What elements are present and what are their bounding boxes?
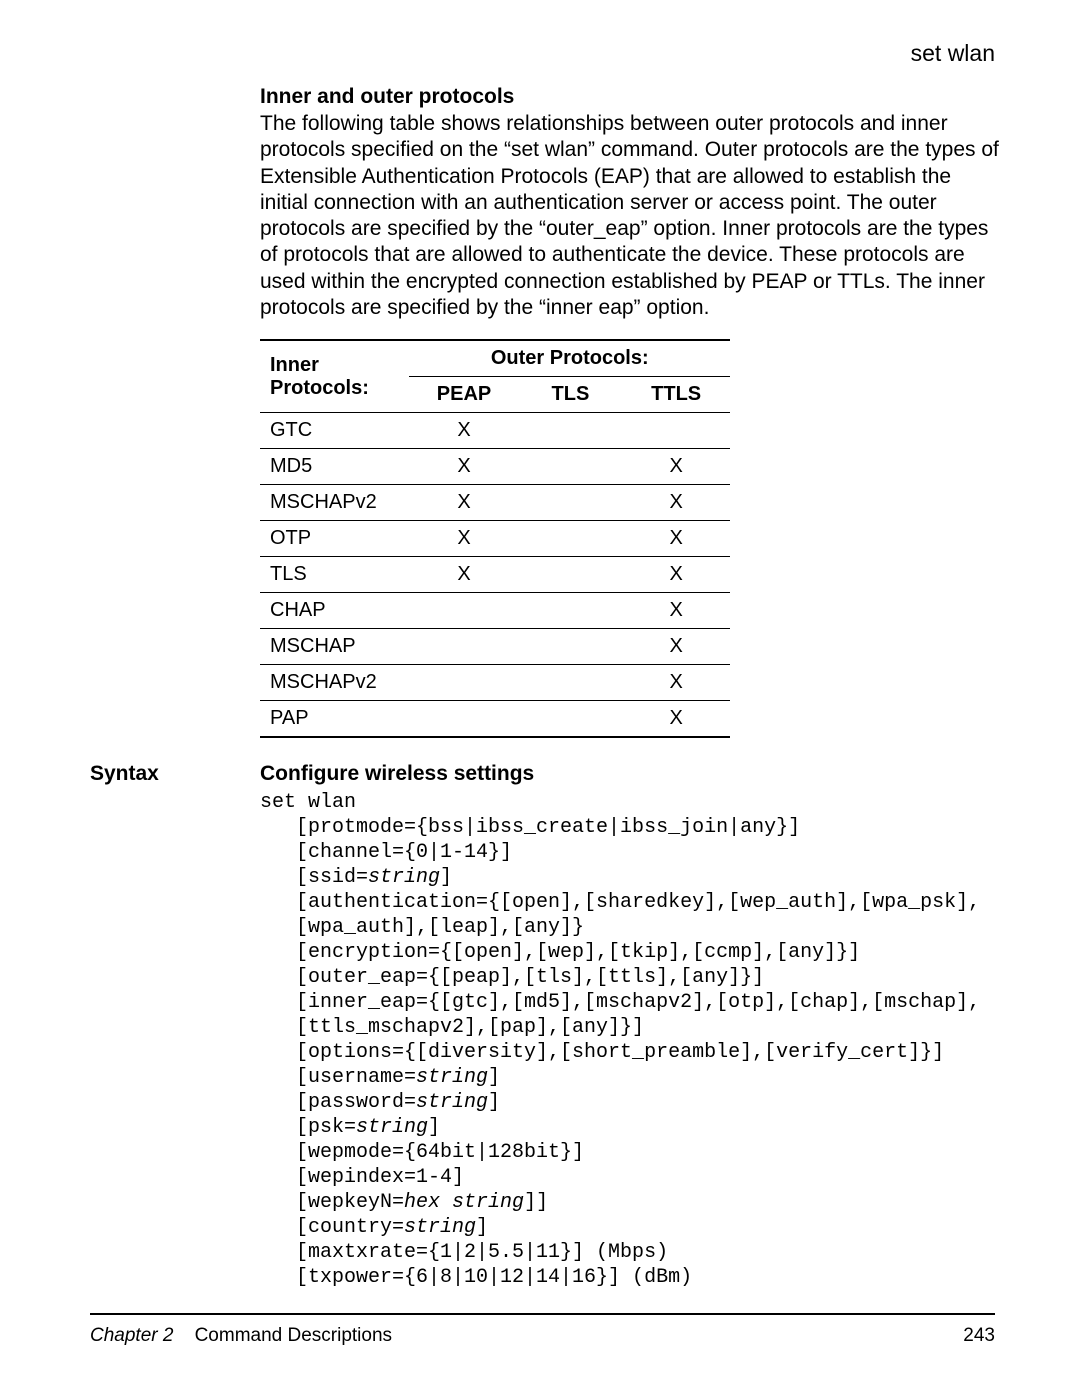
table-row-label: TLS [260, 557, 409, 593]
code-italic: string [404, 1216, 476, 1239]
table-row: TLSXX [260, 557, 730, 593]
table-cell: X [622, 593, 730, 629]
table-cell [519, 629, 623, 665]
table-row: CHAP X [260, 593, 730, 629]
code-text: [username= [260, 1066, 416, 1089]
table-cell [622, 413, 730, 449]
table-cell [519, 521, 623, 557]
table-cell: X [409, 485, 518, 521]
code-text: ] [428, 1116, 440, 1139]
table-row: PAP X [260, 701, 730, 738]
table-row: MSCHAPv2XX [260, 485, 730, 521]
code-text: [wepindex=1-4] [260, 1166, 464, 1189]
syntax-code-block: set wlan [protmode={bss|ibss_create|ibss… [260, 790, 1000, 1290]
table-row-label: OTP [260, 521, 409, 557]
table-cell: X [622, 629, 730, 665]
protocols-table: Inner Protocols: Outer Protocols: PEAPTL… [260, 339, 730, 738]
table-cell: X [409, 449, 518, 485]
table-cell [409, 665, 518, 701]
code-text: [options={[diversity],[short_preamble],[… [260, 1041, 944, 1064]
code-text: [country= [260, 1216, 404, 1239]
code-text: [password= [260, 1091, 416, 1114]
code-italic: string [368, 866, 440, 889]
code-text: [wepkeyN= [260, 1191, 404, 1214]
table-row-label: GTC [260, 413, 409, 449]
table-cell: X [409, 557, 518, 593]
footer-page-number: 243 [963, 1325, 995, 1347]
table-cell [409, 593, 518, 629]
syntax-side-label: Syntax [90, 762, 159, 786]
table-header-outer-col: TLS [519, 377, 623, 413]
code-text: set wlan [260, 791, 356, 814]
body-column: Inner and outer protocols The following … [260, 85, 1000, 1290]
table-row: GTCX [260, 413, 730, 449]
code-text: [maxtxrate={1|2|5.5|11}] (Mbps) [260, 1241, 668, 1264]
table-cell: X [622, 521, 730, 557]
table-cell [519, 557, 623, 593]
table-cell [409, 701, 518, 738]
code-text: [channel={0|1-14}] [260, 841, 512, 864]
footer-chapter: Chapter 2 Command Descriptions [90, 1325, 392, 1347]
table-header-outer-col: TTLS [622, 377, 730, 413]
page-footer: Chapter 2 Command Descriptions 243 [90, 1313, 995, 1347]
code-text: ]] [524, 1191, 548, 1214]
table-cell [519, 701, 623, 738]
table-header-outer-col: PEAP [409, 377, 518, 413]
code-italic: string [416, 1066, 488, 1089]
footer-chapter-title-text: Command Descriptions [195, 1325, 392, 1346]
code-text: [ttls_mschapv2],[pap],[any]}] [260, 1016, 644, 1039]
code-text: [ssid= [260, 866, 368, 889]
table-cell [519, 593, 623, 629]
code-text: [wpa_auth],[leap],[any]} [260, 916, 584, 939]
page-header-command: set wlan [911, 40, 995, 67]
table-row-label: PAP [260, 701, 409, 738]
table-row-label: MD5 [260, 449, 409, 485]
code-text: [psk= [260, 1116, 356, 1139]
table-cell [519, 449, 623, 485]
table-cell: X [622, 485, 730, 521]
code-text: [outer_eap={[peap],[tls],[ttls],[any]}] [260, 966, 764, 989]
syntax-title: Configure wireless settings [260, 762, 1000, 786]
table-cell [519, 665, 623, 701]
table-row-label: MSCHAPv2 [260, 485, 409, 521]
code-italic: string [356, 1116, 428, 1139]
table-cell: X [622, 449, 730, 485]
table-header-outer: Outer Protocols: [409, 340, 730, 377]
table-row: MD5XX [260, 449, 730, 485]
table-cell: X [622, 557, 730, 593]
code-italic: hex string [404, 1191, 524, 1214]
table-cell [519, 485, 623, 521]
page: set wlan Inner and outer protocols The f… [0, 0, 1080, 1397]
table-cell [409, 629, 518, 665]
table-row-label: MSCHAPv2 [260, 665, 409, 701]
code-text: [encryption={[open],[wep],[tkip],[ccmp],… [260, 941, 860, 964]
table-header-inner: Inner Protocols: [260, 340, 409, 413]
code-text: [authentication={[open],[sharedkey],[wep… [260, 891, 980, 914]
table-cell [519, 413, 623, 449]
code-text: [txpower={6|8|10|12|14|16}] (dBm) [260, 1266, 692, 1289]
code-text: ] [488, 1091, 500, 1114]
footer-chapter-title [179, 1325, 195, 1346]
table-cell: X [409, 521, 518, 557]
code-text: [protmode={bss|ibss_create|ibss_join|any… [260, 816, 800, 839]
table-row: MSCHAPv2 X [260, 665, 730, 701]
section-paragraph-protocols: The following table shows relationships … [260, 111, 1000, 321]
code-text: ] [488, 1066, 500, 1089]
table-row: OTPXX [260, 521, 730, 557]
footer-chapter-label: Chapter 2 [90, 1325, 173, 1346]
code-italic: string [416, 1091, 488, 1114]
code-text: [inner_eap={[gtc],[md5],[mschapv2],[otp]… [260, 991, 980, 1014]
code-text: ] [476, 1216, 488, 1239]
code-text: [wepmode={64bit|128bit}] [260, 1141, 584, 1164]
table-row: MSCHAP X [260, 629, 730, 665]
table-cell: X [622, 701, 730, 738]
table-cell: X [409, 413, 518, 449]
code-text: ] [440, 866, 452, 889]
table-row-label: MSCHAP [260, 629, 409, 665]
table-row-label: CHAP [260, 593, 409, 629]
section-title-protocols: Inner and outer protocols [260, 85, 1000, 109]
table-cell: X [622, 665, 730, 701]
